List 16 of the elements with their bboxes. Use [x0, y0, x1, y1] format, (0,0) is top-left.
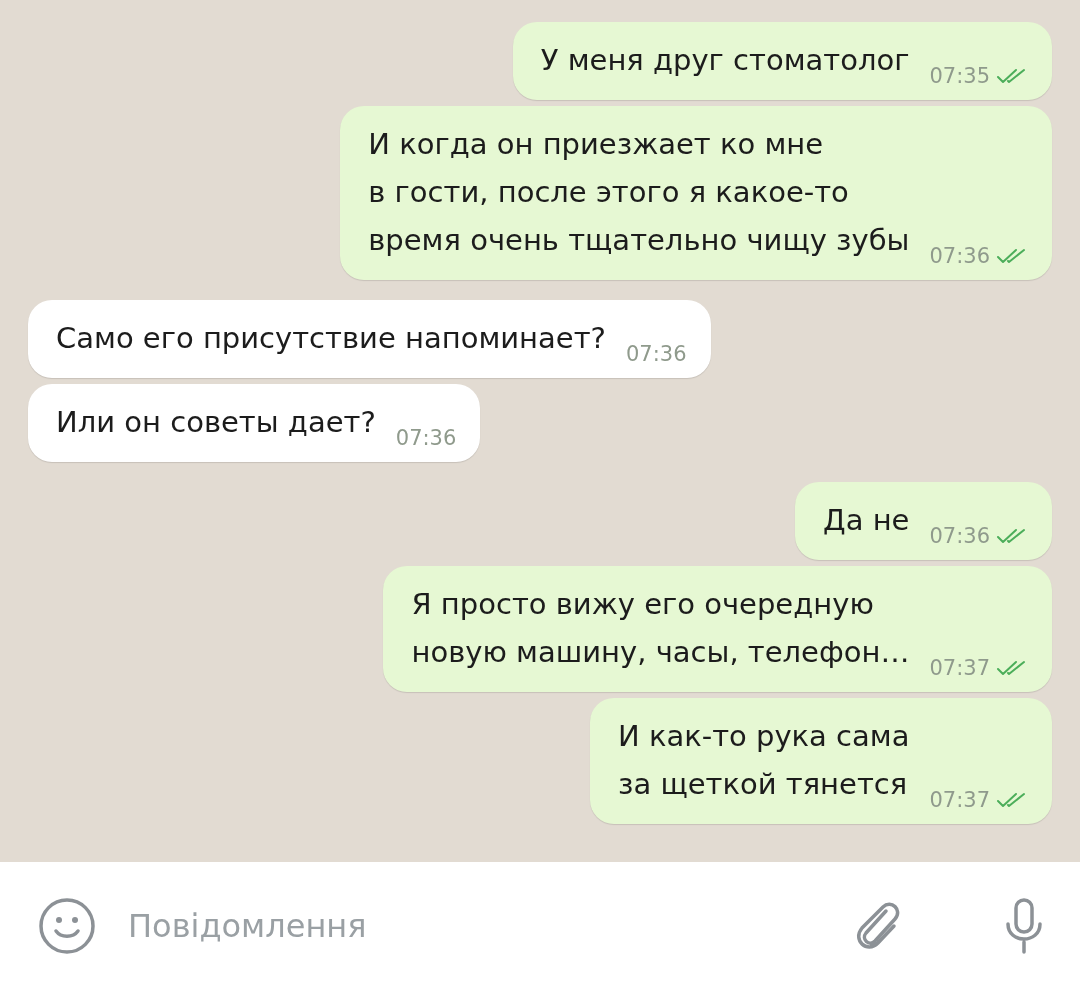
microphone-icon[interactable] — [1004, 896, 1044, 955]
emoji-icon[interactable] — [38, 896, 96, 955]
message-time: 07:36 — [625, 342, 687, 366]
message-text: И как-то рука сама за щеткой тянется — [618, 718, 910, 803]
message-text: И когда он приезжает ко мне в гости, после этого я какое-то время очень тщательно чищу зубы — [368, 126, 910, 259]
message-text: У меня друг стоматолог — [540, 42, 910, 79]
message-time: 07:35 — [929, 64, 990, 88]
message-time: 07:36 — [929, 244, 990, 268]
message-time: 07:36 — [395, 426, 457, 450]
message-time: 07:37 — [929, 788, 990, 812]
message-time: 07:37 — [929, 656, 990, 680]
message-text: Да не — [823, 502, 910, 539]
message-text: Или он советы дает? — [56, 404, 376, 441]
message-text: Я просто вижу его очередную новую машину, часы, телефон… — [411, 586, 910, 671]
message-text: Само его присутствие напоминает? — [56, 320, 606, 357]
message-time: 07:36 — [929, 524, 990, 548]
